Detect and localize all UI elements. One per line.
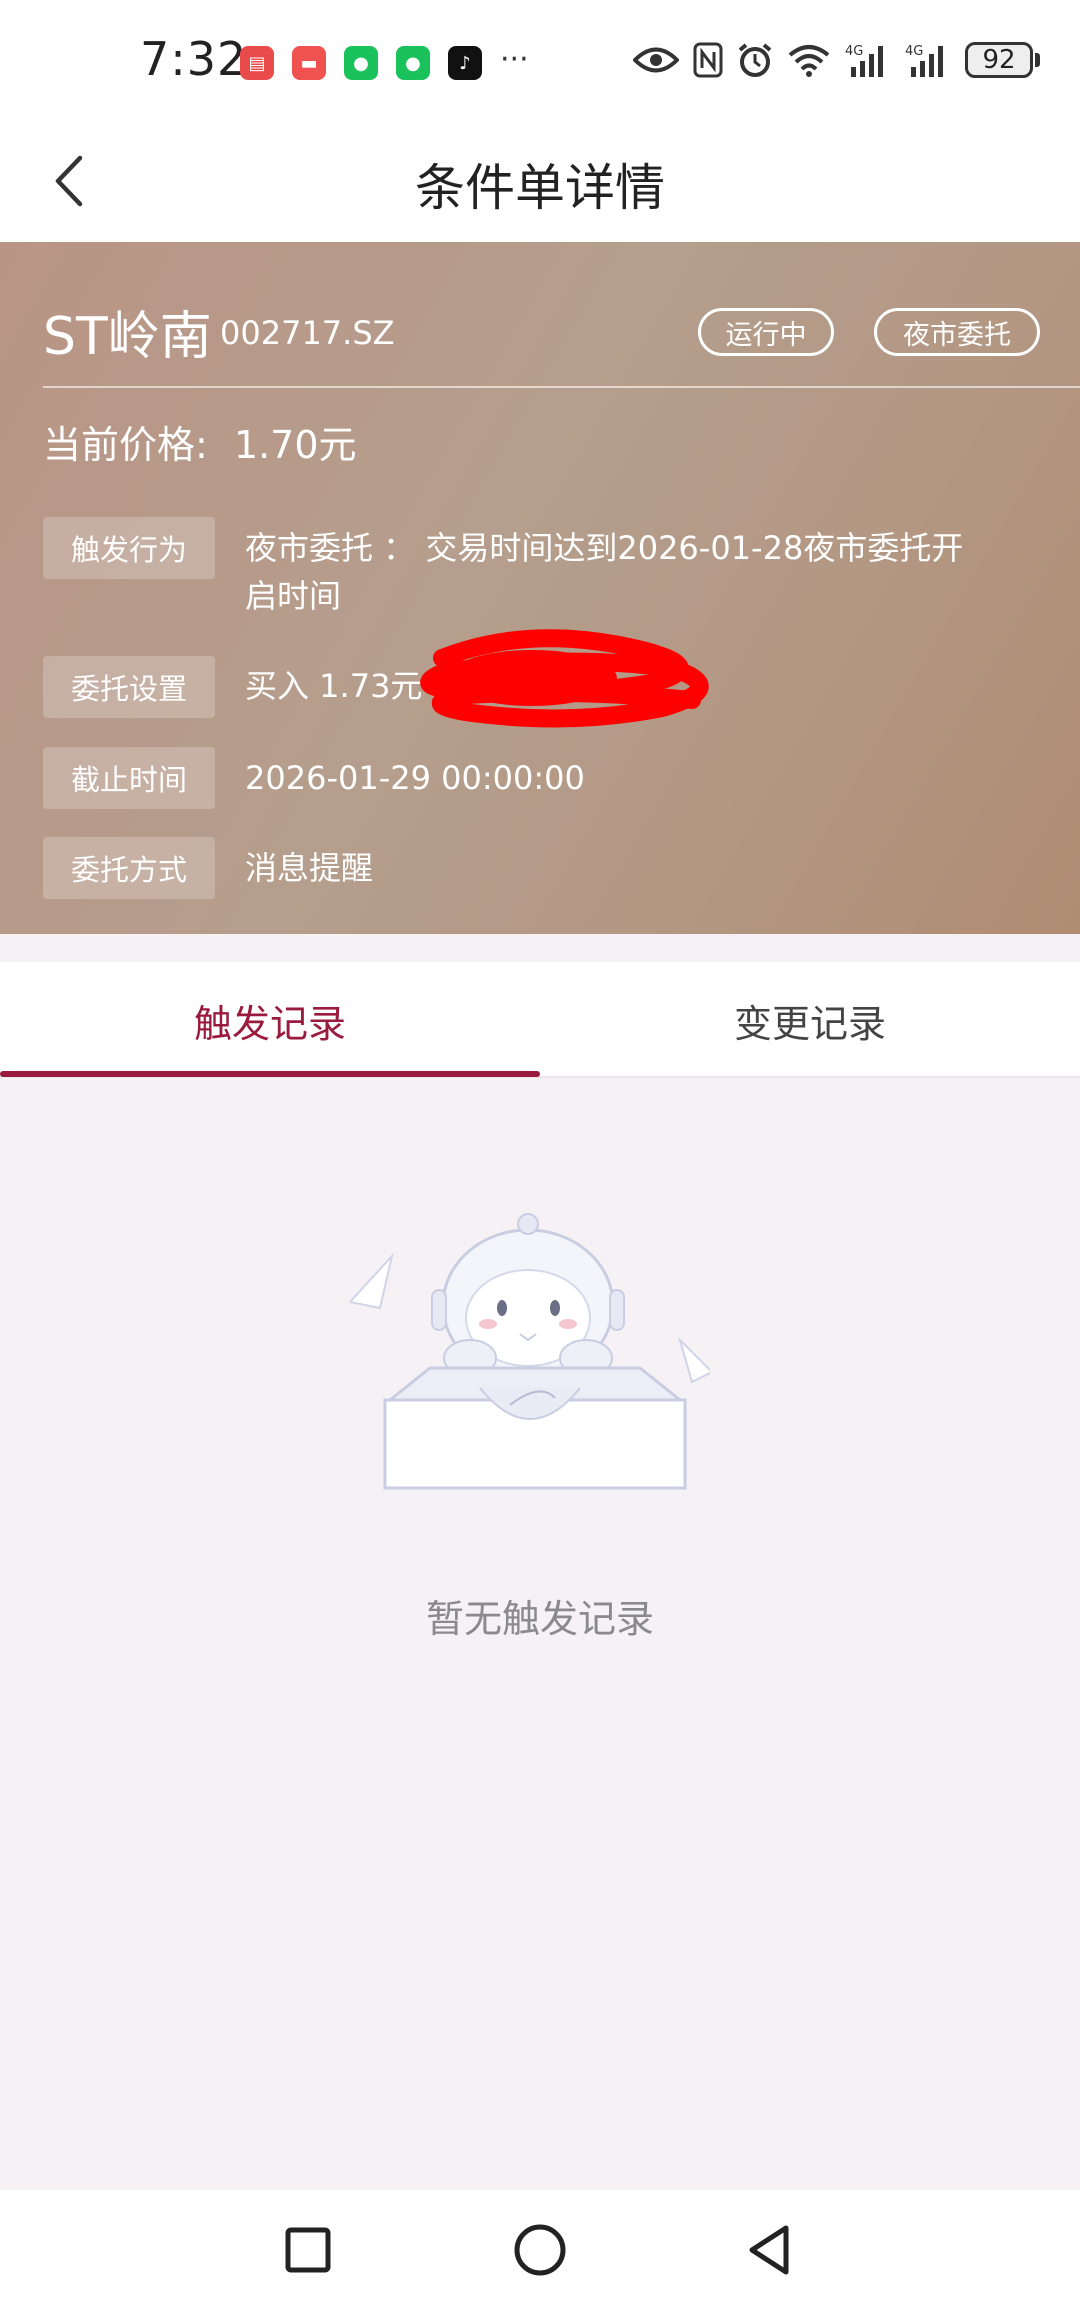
redaction-scribble [420,629,709,728]
wechat-icon: ● [396,46,430,80]
notification-icons: ▤ ▬ ● ● ♪ [240,46,482,80]
system-icons: 4G 4G 92 [633,40,1040,80]
recent-apps-button[interactable] [278,2220,338,2280]
signal-4g-icon: 4G [905,40,951,80]
trigger-action-label: 触发行为 [43,517,215,579]
record-tabs: 触发记录 变更记录 [0,962,1080,1078]
svg-text:4G: 4G [845,44,863,59]
nav-bar: 条件单详情 [0,120,1080,242]
tab-trigger-records[interactable]: 触发记录 [0,962,540,1078]
huawei-icon: ▬ [292,46,326,80]
back-nav-button[interactable] [740,2220,800,2280]
current-price-value: 1.70元 [233,423,357,467]
active-tab-indicator [0,1071,540,1077]
divider [43,386,1080,388]
home-button[interactable] [510,2220,570,2280]
trigger-action-value: 夜市委托 ： 交易时间达到2026-01-28夜市委托开 启时间 [245,524,1025,620]
tab-change-records[interactable]: 变更记录 [540,962,1080,1078]
alarm-icon [737,40,773,80]
stock-code: 002717.SZ [220,314,395,352]
trigger-action-line2: 启时间 [245,577,342,615]
order-detail-card: ST岭南 002717.SZ 运行中 夜市委托 当前价格: 1.70元 触发行为… [0,242,1080,934]
order-type-badge: 夜市委托 [874,308,1040,356]
tiktok-icon: ♪ [448,46,482,80]
signal-4g-icon: 4G [845,40,891,80]
square-icon [285,2227,331,2273]
nfc-icon [693,40,723,80]
circle-icon [514,2224,566,2276]
status-badge: 运行中 [698,308,834,356]
system-navigation-bar [0,2190,1080,2310]
wifi-icon [787,40,831,80]
status-time: 7:32 [140,32,248,86]
eye-icon [633,40,679,80]
empty-box-robot-illustration [350,1213,710,1490]
order-setting-label: 委托设置 [43,656,215,718]
more-notifications-icon: ··· [500,42,529,77]
empty-state-message: 暂无触发记录 [425,1597,654,1641]
order-method-label: 委托方式 [43,837,215,899]
status-bar: 7:32 ▤ ▬ ● ● ♪ ··· 4G 4G 92 [0,0,1080,120]
svg-text:4G: 4G [905,44,923,59]
order-method-value: 消息提醒 [245,849,374,887]
deadline-value: 2026-01-29 00:00:00 [245,759,585,797]
current-price: 当前价格: 1.70元 [43,414,357,469]
huawei-appgallery-icon: ▤ [240,46,274,80]
trigger-action-line1: 夜市委托 ： 交易时间达到2026-01-28夜市委托开 [245,529,964,567]
deadline-label: 截止时间 [43,747,215,809]
battery-level: 92 [965,42,1033,78]
triangle-back-icon [749,2225,789,2275]
page-title: 条件单详情 [415,159,665,217]
current-price-label: 当前价格: [43,423,208,467]
wechat-icon: ● [344,46,378,80]
stock-name: ST岭南 [43,307,212,367]
battery-icon: 92 [965,40,1040,80]
